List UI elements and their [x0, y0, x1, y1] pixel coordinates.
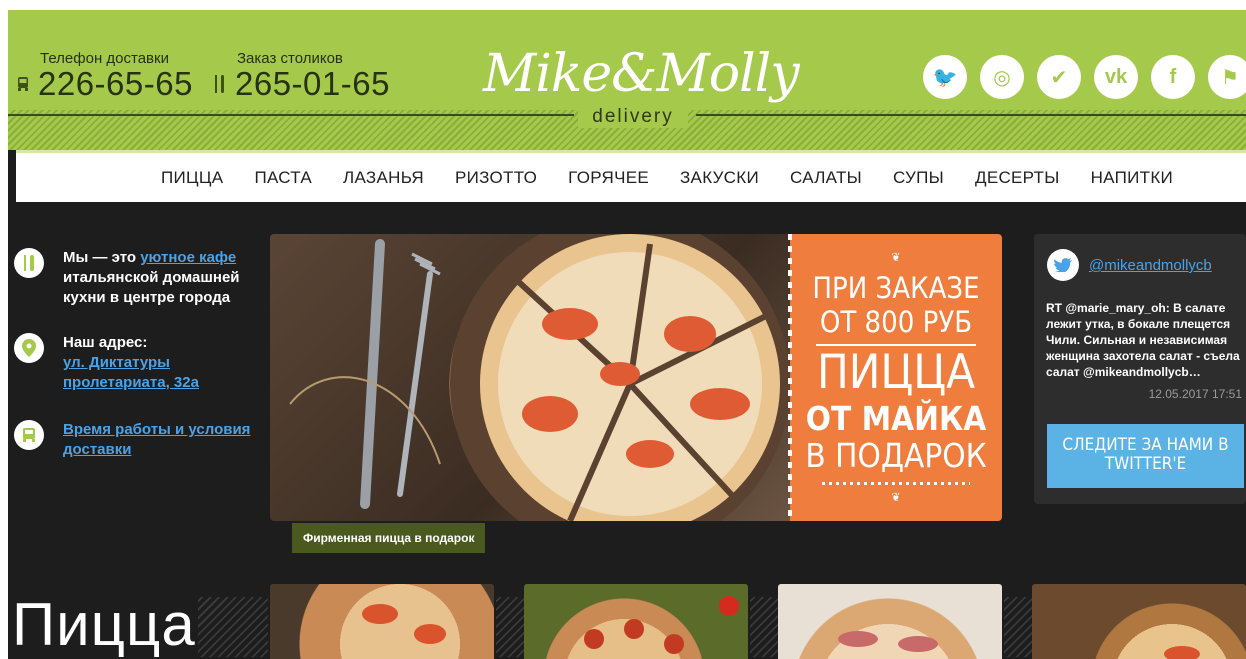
about-block: Мы — это уютное кафе итальянской домашне…: [14, 248, 253, 308]
foursquare-icon[interactable]: ✔: [1037, 55, 1081, 99]
tweet-text: RT @marie_mary_oh: В салате лежит утка, …: [1046, 301, 1240, 379]
product-thumb-2[interactable]: [524, 584, 748, 659]
twitter-widget: @mikeandmollycb RT @marie_mary_oh: В сал…: [1034, 234, 1246, 504]
follow-twitter-button[interactable]: СЛЕДИТЕ ЗА НАМИ В TWITTER'E: [1047, 424, 1244, 488]
nav-item-7[interactable]: СУПЫ: [893, 168, 944, 188]
social-links: 🐦 ◎ ✔ vk f ⚑: [923, 55, 1246, 99]
hatch-decoration: [496, 597, 524, 657]
nav-item-4[interactable]: ГОРЯЧЕЕ: [568, 168, 649, 188]
pizza-photo: [270, 234, 790, 521]
reservation-phone[interactable]: Заказ столиков 265-01-65: [213, 50, 390, 103]
page: Телефон доставки 226-65-65 Заказ столико…: [8, 10, 1246, 659]
nav-item-0[interactable]: ПИЦЦА: [161, 168, 223, 188]
section-title: Пицца: [12, 591, 196, 658]
facebook-icon[interactable]: f: [1151, 55, 1195, 99]
delivery-truck-icon: [16, 76, 30, 92]
leaf-icon-top: ❦: [891, 250, 901, 264]
nav-item-9[interactable]: НАПИТКИ: [1091, 168, 1173, 188]
hatch-decoration: [750, 597, 778, 657]
promo-panel: ❦ ПРИ ЗАКАЗЕ ОТ 800 РУБ ПИЦЦА ОТ МАЙКА В…: [788, 234, 1002, 521]
product-thumb-4[interactable]: [1032, 584, 1246, 659]
hours-block: Время работы и условия доставки: [14, 420, 253, 460]
pizza-thumb-image-1: [362, 604, 446, 644]
header: Телефон доставки 226-65-65 Заказ столико…: [8, 10, 1246, 150]
nav-item-8[interactable]: ДЕСЕРТЫ: [975, 168, 1060, 188]
pizza-thumb-image-2: [584, 596, 739, 654]
header-divider-right: [696, 114, 1246, 116]
reservation-phone-number: 265-01-65: [235, 65, 390, 102]
map-pin-icon: [14, 333, 44, 363]
cutlery-icon: [213, 75, 227, 93]
promo-line-3: ПИЦЦА: [816, 345, 976, 400]
promo-line-1: ПРИ ЗАКАЗЕ: [812, 271, 980, 305]
tweet-date: 12.05.2017 17:51: [1148, 387, 1242, 401]
promo-banner[interactable]: ❦ ПРИ ЗАКАЗЕ ОТ 800 РУБ ПИЦЦА ОТ МАЙКА В…: [270, 234, 1002, 521]
cozy-cafe-link[interactable]: уютное кафе: [140, 249, 236, 266]
address-block: Наш адрес: ул. Диктатуры пролетариата, 3…: [14, 333, 253, 393]
vk-icon[interactable]: vk: [1094, 55, 1138, 99]
main-nav: ПИЦЦА ПАСТА ЛАЗАНЬЯ РИЗОТТО ГОРЯЧЕЕ ЗАКУСКИ СА…: [16, 150, 1246, 202]
twitter-icon[interactable]: 🐦: [923, 55, 967, 99]
hours-delivery-link[interactable]: Время работы и условия доставки: [63, 421, 250, 458]
pizza-illustration: [289, 234, 790, 521]
leaf-icon-bottom: ❦: [891, 490, 901, 504]
logo-subtitle: delivery: [578, 106, 688, 128]
hatch-decoration: [198, 597, 268, 657]
delivery-van-icon: [14, 420, 44, 450]
promo-line-4: ОТ МАЙКА: [805, 399, 987, 438]
promo-line-2: ОТ 800 РУБ: [819, 305, 973, 339]
delivery-phone[interactable]: Телефон доставки 226-65-65: [16, 50, 193, 103]
flag-icon[interactable]: ⚑: [1208, 55, 1246, 99]
nav-item-1[interactable]: ПАСТА: [254, 168, 312, 188]
pizza-thumb-image-3: [838, 631, 938, 652]
nav-item-6[interactable]: САЛАТЫ: [790, 168, 862, 188]
about-text: итальянской домашней кухни в центре горо…: [63, 269, 240, 306]
product-thumb-1[interactable]: [270, 584, 494, 659]
nav-item-2[interactable]: ЛАЗАНЬЯ: [343, 168, 424, 188]
banner-caption[interactable]: Фирменная пицца в подарок: [292, 523, 486, 553]
delivery-phone-number: 226-65-65: [38, 65, 193, 102]
promo-line-5: В ПОДАРОК: [805, 436, 987, 475]
twitter-handle-link[interactable]: @mikeandmollycb: [1089, 257, 1212, 274]
logo[interactable]: Mike&Molly: [483, 48, 800, 100]
promo-dotted-line: [822, 482, 970, 485]
twitter-bird-icon: [1047, 249, 1079, 281]
header-divider-left: [8, 114, 574, 116]
pizza-thumb-image-4: [1164, 646, 1200, 659]
product-thumb-3[interactable]: [778, 584, 1002, 659]
instagram-icon[interactable]: ◎: [980, 55, 1024, 99]
fork-knife-icon: [14, 248, 44, 278]
hatch-decoration: [1004, 597, 1032, 657]
address-link[interactable]: ул. Диктатуры пролетариата, 32а: [63, 354, 199, 391]
address-label: Наш адрес:: [63, 334, 148, 351]
nav-item-3[interactable]: РИЗОТТО: [455, 168, 537, 188]
about-prefix: Мы — это: [63, 249, 141, 266]
nav-item-5[interactable]: ЗАКУСКИ: [680, 168, 759, 188]
